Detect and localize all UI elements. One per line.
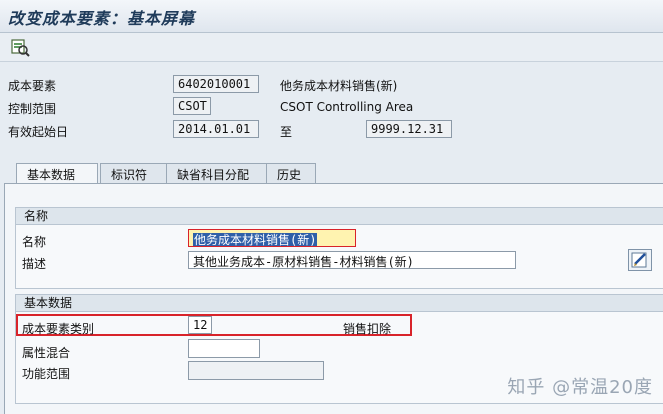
tab-default-account-assignment[interactable]: 缺省科目分配: [166, 163, 276, 183]
edit-text-button[interactable]: [628, 249, 652, 271]
controlling-area-label: 控制范围: [8, 102, 57, 116]
attribute-mix-field[interactable]: [188, 339, 260, 358]
name-field[interactable]: 他务成本材料销售(新): [188, 229, 356, 247]
cost-element-description: 他务成本材料销售(新): [280, 79, 398, 93]
controlling-area-field[interactable]: CSOT: [173, 97, 211, 115]
controlling-area-description: CSOT Controlling Area: [280, 100, 414, 114]
functional-area-field[interactable]: [188, 361, 324, 380]
cost-element-label: 成本要素: [8, 79, 57, 93]
cost-element-category-description: 销售扣除: [343, 322, 392, 336]
name-label: 名称: [22, 235, 47, 249]
name-group-title: 名称: [16, 208, 663, 225]
valid-to-label: 至: [280, 125, 293, 139]
functional-area-label: 功能范围: [22, 367, 71, 381]
valid-from-label: 有效起始日: [8, 125, 69, 139]
toolbar: [0, 33, 663, 62]
cost-element-field[interactable]: 6402010001: [173, 75, 259, 93]
basic-data-group-title: 基本数据: [16, 295, 663, 312]
name-value-selected: 他务成本材料销售(新): [193, 233, 318, 247]
tab-indicators[interactable]: 标识符: [100, 163, 172, 183]
valid-to-field[interactable]: 9999.12.31: [366, 120, 452, 138]
description-label: 描述: [22, 257, 47, 271]
cost-element-category-label: 成本要素类别: [22, 322, 95, 336]
description-field[interactable]: 其他业务成本-原材料销售-材料销售(新): [188, 251, 516, 269]
cost-element-category-field[interactable]: 12: [188, 316, 212, 334]
edit-pencil-icon: [631, 252, 647, 268]
display-change-icon[interactable]: [10, 37, 30, 57]
valid-from-field[interactable]: 2014.01.01: [173, 120, 259, 138]
attribute-mix-label: 属性混合: [22, 346, 71, 360]
watermark: 知乎 @常温20度: [507, 377, 653, 398]
tab-history[interactable]: 历史: [266, 163, 316, 183]
name-group: 名称: [15, 207, 663, 289]
tab-basic-data[interactable]: 基本数据: [16, 163, 98, 184]
page-title: 改变成本要素：基本屏幕: [8, 9, 196, 28]
title-bar: 改变成本要素：基本屏幕: [0, 0, 663, 33]
